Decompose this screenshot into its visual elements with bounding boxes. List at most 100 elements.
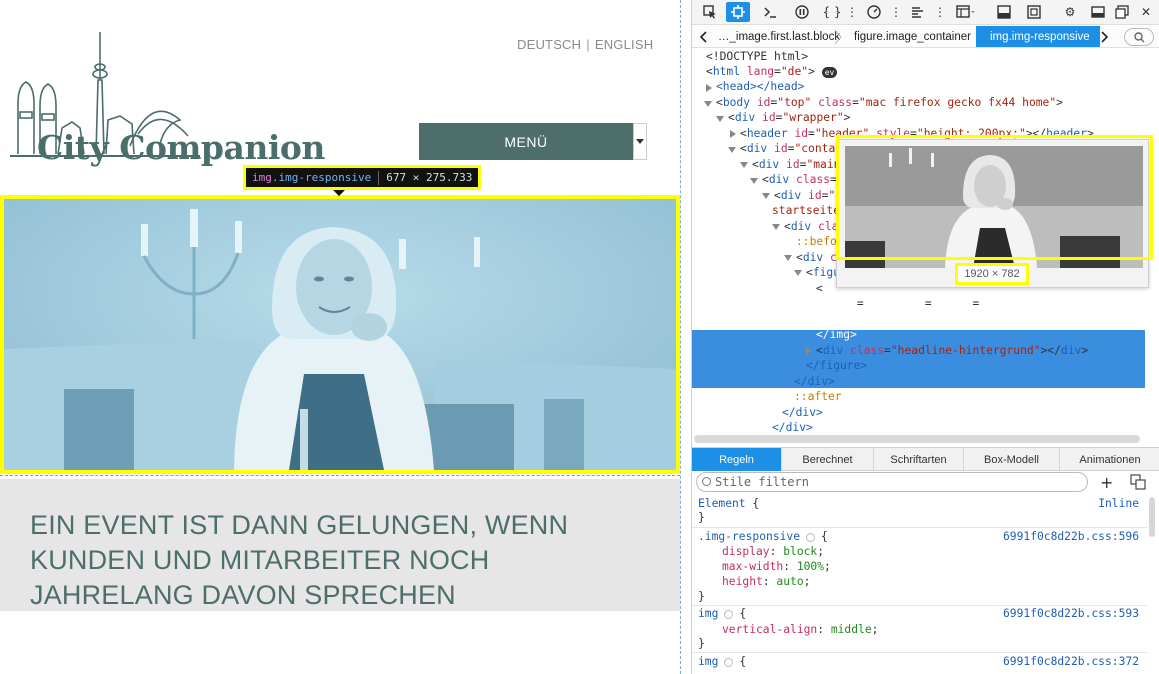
settings-gear-icon[interactable]: ⚙ <box>1058 2 1082 22</box>
body-class-value: "mac firefox gecko fx44 home" <box>858 96 1057 109</box>
rule1-decl-display[interactable]: display: block; <box>722 544 824 559</box>
menu-button[interactable]: MENÜ <box>419 123 633 160</box>
dom-node-headline-div[interactable]: <div class="headline-hintergrund"></div> <box>816 343 1088 359</box>
undock-icon[interactable] <box>1110 2 1134 22</box>
expand-triangle-icon[interactable] <box>730 130 736 138</box>
css-rules-pane: Element { Inline } .img-responsive{ 6991… <box>692 495 1147 674</box>
tab-berechnet[interactable]: Berechnet <box>782 448 874 471</box>
breadcrumb-item-0[interactable]: …_image.first.last.block <box>718 26 840 47</box>
img-src-link-cont[interactable]: /eventagentur-muenchen-fuer-firmenevents… <box>816 313 1142 326</box>
rule-img-2[interactable]: img{ <box>698 654 746 669</box>
console-tab-icon[interactable] <box>758 2 782 22</box>
breadcrumb-forward-icon[interactable] <box>1100 26 1108 47</box>
dom-node-img-line2[interactable]: height="782" alt="" src="files/cc/Bilder… <box>816 296 1136 312</box>
dom-node-body[interactable]: <body id="top" class="mac firefox gecko … <box>716 95 1063 111</box>
rule2-source-link[interactable]: 6991f0c8d22b.css:593 <box>1003 606 1139 621</box>
dom-node-figure-close[interactable]: </figure> <box>806 358 867 374</box>
lang-link-english[interactable]: ENGLISH <box>595 37 653 52</box>
dom-node-img-close[interactable]: </img> <box>816 327 857 343</box>
collapse-triangle-icon[interactable] <box>762 193 770 199</box>
breadcrumb-separator <box>834 29 842 45</box>
dom-node-img-line3[interactable]: /eventagentur-muenchen-fuer-firmenevents… <box>816 312 1142 328</box>
markup-horizontal-scrollbar[interactable] <box>694 435 1140 443</box>
tab-box-modell[interactable]: Box-Modell <box>964 448 1060 471</box>
dom-node-div-class[interactable]: <div class=" <box>762 172 844 188</box>
wrapper-id-value: "wrapper" <box>782 111 844 124</box>
style-filter-input[interactable]: Stile filtern <box>696 472 1088 492</box>
responsive-design-icon[interactable] <box>954 2 978 22</box>
dom-node-container[interactable]: <div id="conta <box>740 141 835 157</box>
logo-wordmark[interactable]: City Companion <box>37 128 325 167</box>
language-switcher: DEUTSCH | ENGLISH <box>517 37 653 52</box>
collapse-triangle-icon[interactable] <box>740 162 748 168</box>
rule2-decl-vertical-align[interactable]: vertical-align: middle; <box>722 622 878 637</box>
collapse-triangle-icon[interactable] <box>728 147 736 153</box>
collapse-triangle-icon[interactable] <box>772 224 780 230</box>
collapse-triangle-icon[interactable] <box>794 270 802 276</box>
toolbar-overflow-icon[interactable]: ⋮ <box>840 2 864 22</box>
webpage-viewport: DEUTSCH | ENGLISH City Companion MENÜ EI… <box>0 0 680 674</box>
dom-node-html[interactable]: <html lang="de"> ev <box>706 64 838 80</box>
rule-element-source[interactable]: Inline <box>1098 496 1139 511</box>
lang-separator: | <box>586 37 590 52</box>
breadcrumb-search-icon[interactable] <box>1124 28 1154 46</box>
gear-icon[interactable] <box>724 657 734 667</box>
tab-regeln[interactable]: Regeln <box>692 448 782 471</box>
lang-link-deutsch[interactable]: DEUTSCH <box>517 37 581 52</box>
gear-icon[interactable] <box>806 532 816 542</box>
dock-side-icon[interactable] <box>1086 2 1110 22</box>
gear-icon[interactable] <box>724 609 734 619</box>
breadcrumb-item-1[interactable]: figure.image_container <box>854 26 971 47</box>
expand-triangle-icon[interactable] <box>806 347 812 355</box>
img-alt-value: "" <box>931 297 946 310</box>
dom-node-head[interactable]: <head></head> <box>716 79 804 95</box>
selected-node-highlight <box>692 330 1145 388</box>
tooltip-dimensions: 677 × 275.733 <box>386 171 473 184</box>
menu-dropdown-toggle[interactable] <box>633 123 647 160</box>
rule-img-1[interactable]: img{ <box>698 606 746 621</box>
collapse-triangle-icon[interactable] <box>784 255 792 261</box>
rule1-decl-height[interactable]: height: auto; <box>722 574 810 589</box>
screenshot-icon[interactable] <box>1022 2 1046 22</box>
collapse-triangle-icon[interactable] <box>716 116 724 122</box>
dom-pseudo-after[interactable]: ::after <box>794 389 842 405</box>
dom-node-div-close-2[interactable]: </div> <box>782 405 823 421</box>
split-console-icon[interactable] <box>992 2 1016 22</box>
val-block: block <box>783 545 818 558</box>
dom-node-div-cla[interactable]: <div cla <box>784 219 838 235</box>
search-icon <box>702 477 711 486</box>
rule-img-responsive[interactable]: .img-responsive{ <box>698 529 828 544</box>
collapse-triangle-icon[interactable] <box>704 101 712 107</box>
tab-animationen[interactable]: Animationen <box>1060 448 1159 471</box>
close-devtools-icon[interactable]: ✕ <box>1134 2 1158 22</box>
toggle-classes-icon[interactable] <box>1130 474 1146 490</box>
expand-triangle-icon[interactable] <box>706 84 712 92</box>
rule1-decl-max-width[interactable]: max-width: 100%; <box>722 559 831 574</box>
inspector-tab-icon[interactable] <box>726 2 750 22</box>
img-src-link[interactable]: "files/cc/Bilder/Slider <box>979 297 1135 310</box>
rule-element-selector[interactable]: Element { <box>698 496 759 511</box>
body-tag-name: body <box>722 96 751 109</box>
dom-node-wrapper[interactable]: <div id="wrapper"> <box>728 110 850 126</box>
pick-element-icon[interactable] <box>698 2 722 22</box>
toolbar-overflow-icon-3[interactable]: ⋮ <box>928 2 952 22</box>
dom-node-main[interactable]: <div id="main <box>752 157 840 173</box>
rule3-source-link[interactable]: 6991f0c8d22b.css:372 <box>1003 654 1139 669</box>
toolbar-overflow-icon-2[interactable]: ⋮ <box>884 2 908 22</box>
breadcrumb-back-icon[interactable] <box>700 26 708 47</box>
rule1-source-link[interactable]: 6991f0c8d22b.css:596 <box>1003 529 1139 544</box>
rules-scrollbar[interactable] <box>1149 497 1155 537</box>
add-rule-icon[interactable]: + <box>1100 473 1113 492</box>
dom-node-div-close-3[interactable]: </div> <box>772 420 813 436</box>
dom-node-doctype[interactable]: <!DOCTYPE html> <box>706 49 808 65</box>
event-badge[interactable]: ev <box>821 66 838 78</box>
rule-divider <box>692 652 1147 653</box>
network-tab-icon[interactable] <box>906 2 930 22</box>
performance-tab-icon[interactable] <box>862 2 886 22</box>
breadcrumb-item-2[interactable]: img.img-responsive <box>976 26 1100 47</box>
dom-node-div-h[interactable]: <div id="h <box>774 188 842 204</box>
debugger-tab-icon[interactable] <box>790 2 814 22</box>
collapse-triangle-icon[interactable] <box>750 178 758 184</box>
tab-schriftarten[interactable]: Schriftarten <box>874 448 964 471</box>
dom-node-div-close[interactable]: </div> <box>794 374 835 390</box>
